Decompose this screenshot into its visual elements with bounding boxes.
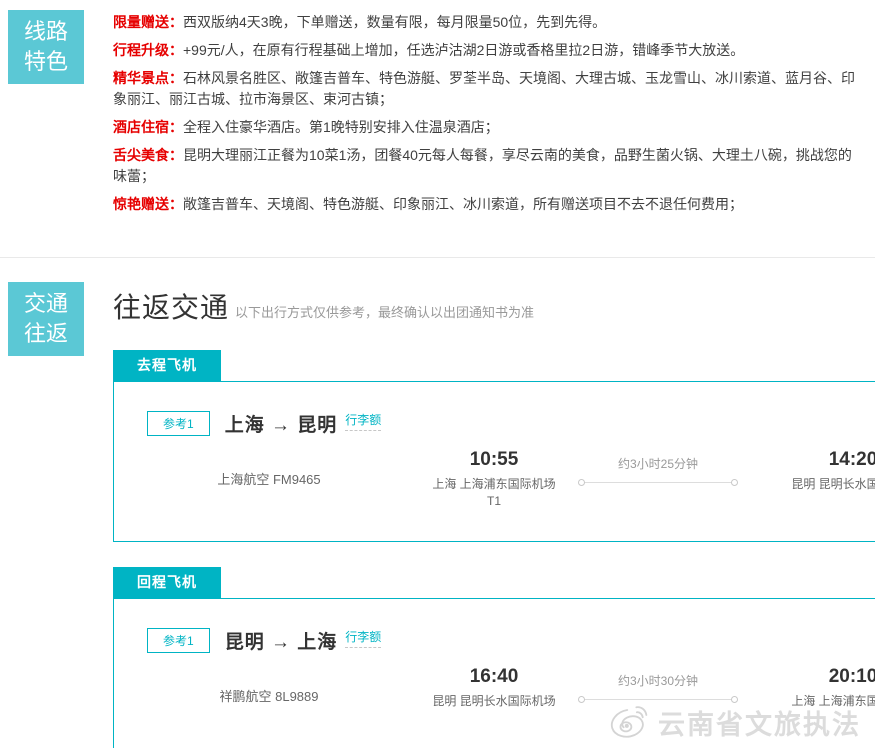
travel-detail-page: 线路 特色 限量赠送：西双版纳4天3晚，下单赠送，数量有限，每月限量50位，先到… (0, 0, 875, 748)
duration-label: 约3小时25分钟 (617, 457, 699, 471)
feature-label: 舌尖美食： (113, 147, 183, 163)
outbound-duration: 约3小时25分钟 (578, 449, 738, 486)
outbound-route: 上海 → 昆明 (224, 415, 338, 436)
feature-item: 惊艳赠送：敞篷吉普车、天境阁、特色游艇、印象丽江、冰川索道，所有赠送项目不去不退… (113, 194, 855, 215)
departure-airport: 上海 上海浦东国际机场 (432, 477, 556, 491)
feature-label: 限量赠送： (113, 14, 183, 30)
watermark: 云南省文旅执法 (608, 700, 861, 745)
outbound-ref-row: 参考1 上海 → 昆明 行李额 (114, 382, 875, 437)
duration-label: 约3小时30分钟 (617, 674, 699, 688)
transport-title: 往返交通 (113, 292, 230, 323)
feature-text: 昆明大理丽江正餐为10菜1汤，团餐40元每人每餐，享尽云南的美食，品野生菌火锅、… (113, 147, 852, 184)
baggage-allowance-link[interactable]: 行李额 (345, 411, 382, 431)
feature-item: 行程升级：+99元/人，在原有行程基础上增加，任选泸沽湖2日游或香格里拉2日游，… (113, 40, 855, 61)
route-features-tag: 线路 特色 (8, 10, 84, 84)
reference-badge: 参考1 (147, 411, 210, 436)
arrival-airport: 昆明 昆明长水国际机场 (791, 477, 875, 491)
departure-time: 16:40 (469, 666, 519, 687)
baggage-allowance-link[interactable]: 行李额 (345, 628, 382, 648)
outbound-arrival: 14:20 昆明 昆明长水国际机场 (768, 449, 875, 493)
feature-item: 精华景点：石林风景名胜区、敞篷吉普车、特色游艇、罗荃半岛、天境阁、大理古城、玉龙… (113, 68, 855, 110)
feature-label: 行程升级： (113, 42, 183, 58)
transport-heading: 往返交通 以下出行方式仅供参考，最终确认以出团通知书为准 (113, 286, 875, 326)
weibo-icon (608, 700, 652, 745)
return-airline: 祥鹏航空 8L9889 (219, 689, 319, 704)
outbound-flight-card: 参考1 上海 → 昆明 行李额 上海航空 FM9465 10:55 上海 上海浦… (113, 381, 875, 542)
tab-return-flight: 回程飞机 (113, 567, 221, 598)
departure-airport: 昆明 昆明长水国际机场 (432, 694, 556, 708)
arrival-time: 20:10 (828, 666, 875, 687)
route-features-list: 限量赠送：西双版纳4天3晚，下单赠送，数量有限，每月限量50位，先到先得。 行程… (113, 10, 855, 257)
feature-item: 限量赠送：西双版纳4天3晚，下单赠送，数量有限，每月限量50位，先到先得。 (113, 12, 855, 33)
transport-section: 交通 往返 往返交通 以下出行方式仅供参考，最终确认以出团通知书为准 去程飞机 … (0, 258, 875, 748)
route-features-section: 线路 特色 限量赠送：西双版纳4天3晚，下单赠送，数量有限，每月限量50位，先到… (0, 0, 875, 258)
feature-text: +99元/人，在原有行程基础上增加，任选泸沽湖2日游或香格里拉2日游，错峰季节大… (183, 42, 745, 58)
transport-tag: 交通 往返 (8, 282, 84, 356)
feature-label: 酒店住宿： (113, 119, 183, 135)
feature-item: 酒店住宿：全程入住豪华酒店。第1晚特别安排入住温泉酒店； (113, 117, 855, 138)
feature-label: 精华景点： (113, 70, 183, 86)
route-features-tag-line1: 线路 (23, 19, 68, 44)
return-ref-row: 参考1 昆明 → 上海 行李额 (114, 599, 875, 654)
feature-text: 全程入住豪华酒店。第1晚特别安排入住温泉酒店； (183, 119, 499, 135)
transport-subtitle: 以下出行方式仅供参考，最终确认以出团通知书为准 (235, 305, 535, 320)
duration-line (578, 479, 738, 486)
feature-item: 舌尖美食：昆明大理丽江正餐为10菜1汤，团餐40元每人每餐，享尽云南的美食，品野… (113, 145, 855, 187)
departure-terminal: T1 (486, 494, 501, 508)
transport-content: 往返交通 以下出行方式仅供参考，最终确认以出团通知书为准 去程飞机 参考1 上海… (113, 282, 875, 748)
feature-label: 惊艳赠送： (113, 196, 183, 212)
feature-text: 西双版纳4天3晚，下单赠送，数量有限，每月限量50位，先到先得。 (183, 14, 607, 30)
return-departure: 16:40 昆明 昆明长水国际机场 (432, 666, 556, 710)
feature-text: 石林风景名胜区、敞篷吉普车、特色游艇、罗荃半岛、天境阁、大理古城、玉龙雪山、冰川… (113, 70, 855, 107)
return-duration: 约3小时30分钟 (578, 666, 738, 703)
transport-tag-line2: 往返 (23, 321, 68, 346)
watermark-text: 云南省文旅执法 (658, 710, 861, 740)
transport-tag-line1: 交通 (23, 291, 68, 316)
arrival-time: 14:20 (828, 449, 875, 470)
outbound-flight-block: 去程飞机 参考1 上海 → 昆明 行李额 上海航空 FM9465 10:55 上… (113, 350, 875, 542)
feature-text: 敞篷吉普车、天境阁、特色游艇、印象丽江、冰川索道，所有赠送项目不去不退任何费用； (183, 196, 743, 212)
outbound-detail-row: 上海航空 FM9465 10:55 上海 上海浦东国际机场 T1 约3小时25分… (114, 449, 875, 510)
reference-badge: 参考1 (147, 628, 210, 653)
return-route: 昆明 → 上海 (224, 632, 338, 653)
route-features-tag-line2: 特色 (23, 49, 68, 74)
tab-outbound-flight: 去程飞机 (113, 350, 221, 381)
outbound-airline: 上海航空 FM9465 (217, 472, 321, 487)
departure-time: 10:55 (469, 449, 519, 470)
outbound-departure: 10:55 上海 上海浦东国际机场 T1 (432, 449, 556, 510)
